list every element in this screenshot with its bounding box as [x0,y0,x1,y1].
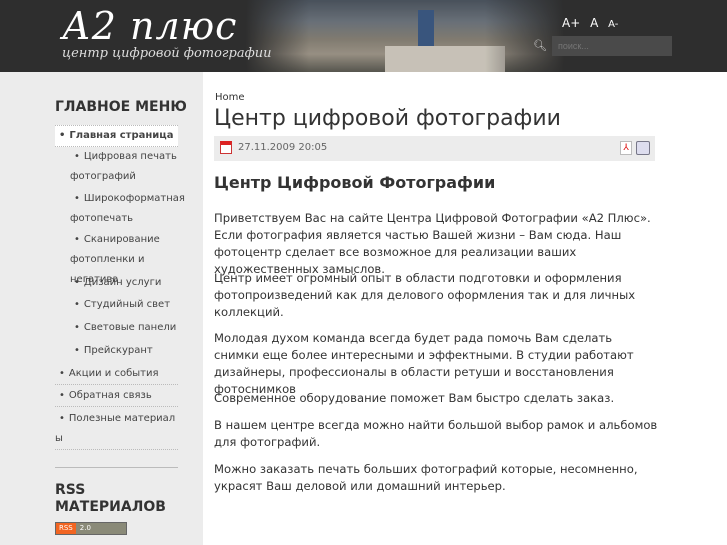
page-title: Центр цифровой фотографии [214,106,561,131]
paragraph: Приветствуем Вас на сайте Центра Цифрово… [214,211,651,276]
menu-item-wide-format[interactable]: • Широкоформатная фотопечать [55,189,185,229]
menu-item-useful[interactable]: • Полезные материалы [55,409,178,450]
font-decrease-button[interactable]: A- [608,19,618,30]
site-logo[interactable]: А2 плюс [62,4,237,48]
search-icon: 🔍︎ [533,39,547,52]
rss-title: RSS МАТЕРИАЛОВ [55,482,166,515]
paragraph: В нашем центре всегда можно найти большо… [214,418,658,449]
menu-item-prices[interactable]: • Прейскурант [55,341,178,361]
header: А2 плюс центр цифровой фотографии A+ A A… [0,0,727,72]
menu-item-digital-print[interactable]: • Цифровая печать фотографий [55,147,178,187]
breadcrumb[interactable]: Home [215,92,245,103]
menu-item-promotions[interactable]: • Акции и события [55,364,178,385]
search-input[interactable] [552,36,672,56]
menu-item-light-panels[interactable]: • Световые панели [55,318,178,338]
paragraph: Современное оборудование поможет Вам быс… [214,391,615,405]
paragraph: Молодая духом команда всегда будет рада … [214,331,634,396]
site-tagline: центр цифровой фотографии [62,46,272,61]
pdf-icon[interactable]: ⅄ [620,141,632,155]
menu-item-feedback[interactable]: • Обратная связь [55,386,178,407]
menu-item-studio-light[interactable]: • Студийный свет [55,295,178,315]
paragraph: Центр имеет огромный опыт в области подг… [214,271,636,319]
main-menu-title: ГЛАВНОЕ МЕНЮ [55,99,187,115]
font-increase-button[interactable]: A+ [562,16,580,30]
article-date: 27.11.2009 20:05 [238,142,328,153]
calendar-icon [220,141,232,154]
font-size-controls: A+ A A- [562,16,624,30]
menu-item-design[interactable]: • Дизайн услуги [55,273,178,293]
font-reset-button[interactable]: A [590,16,598,30]
rss-badge[interactable]: RSS 2.0 [55,522,127,535]
paragraph: Можно заказать печать больших фотографий… [214,462,638,493]
sidebar-divider [55,467,178,468]
header-city-image [245,0,565,72]
article-meta-bar: 27.11.2009 20:05 ⅄ [214,136,655,161]
print-icon[interactable] [636,141,650,155]
menu-item-home[interactable]: • Главная страница [55,125,178,147]
article-heading: Центр Цифровой Фотографии [214,173,496,192]
